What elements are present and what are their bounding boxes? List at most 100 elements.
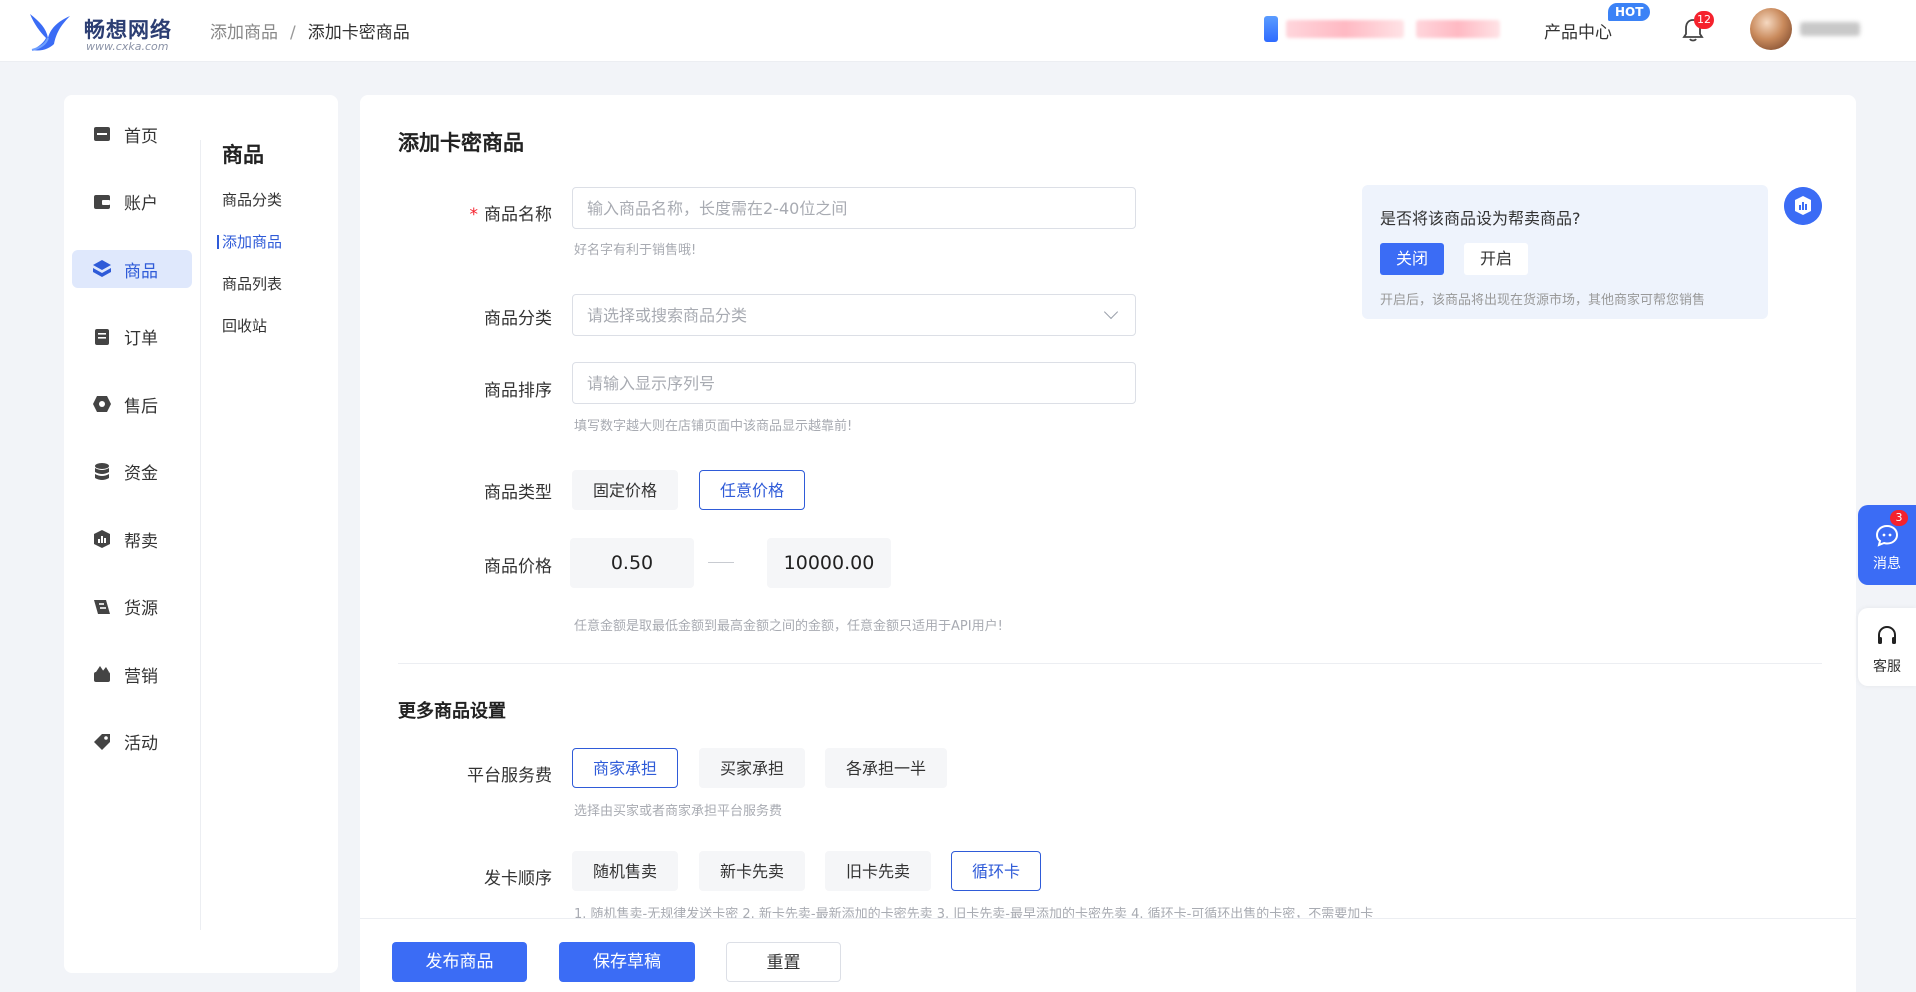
order-option-new-first[interactable]: 新卡先卖 — [699, 851, 806, 891]
sidebar-item-label: 售后 — [124, 396, 158, 417]
helpsell-icon — [94, 530, 110, 548]
order-icon — [95, 328, 109, 345]
goods-name-input[interactable] — [572, 187, 1136, 229]
type-option-any[interactable]: 任意价格 — [699, 470, 806, 510]
fee-option-merchant[interactable]: 商家承担 — [572, 748, 679, 788]
service-fee-label: 平台服务费 — [467, 766, 552, 786]
supply-icon — [94, 599, 110, 614]
breadcrumb-current: 添加卡密商品 — [307, 23, 410, 43]
headset-icon — [1878, 625, 1896, 644]
name-label: * 商品名称 — [469, 205, 553, 225]
sidebar-item-goods[interactable]: 商品 — [72, 250, 192, 288]
sort-hint: 填写数字越大则在店铺页面中该商品显示越靠前! — [574, 419, 853, 434]
blurred-text — [1416, 20, 1500, 38]
action-bar: 发布商品 保存草稿 重置 — [360, 918, 1856, 992]
subnav-item-add-goods[interactable]: 添加商品 — [217, 233, 332, 275]
type-option-fixed[interactable]: 固定价格 — [572, 470, 679, 510]
hot-badge: HOT — [1608, 3, 1651, 21]
product-center-link[interactable]: 产品中心 — [1544, 18, 1612, 43]
card-order-label: 发卡顺序 — [484, 869, 552, 889]
max-price-input[interactable]: 10000.00 — [767, 538, 891, 588]
sidebar-item-label: 帮卖 — [124, 531, 158, 552]
help-sell-on-button[interactable]: 开启 — [1464, 243, 1529, 275]
sidebar-item-label: 账户 — [124, 194, 158, 214]
help-sell-off-button[interactable]: 关闭 — [1380, 243, 1445, 275]
sidebar-item-funds[interactable]: 资金 — [72, 453, 192, 491]
sidebar-item-label: 营销 — [124, 666, 158, 687]
category-select[interactable] — [572, 294, 1136, 336]
customer-service-float-button[interactable]: 客服 — [1858, 608, 1916, 686]
order-option-random[interactable]: 随机售卖 — [572, 851, 679, 891]
aftersale-icon — [93, 396, 111, 412]
save-draft-button[interactable]: 保存草稿 — [559, 942, 695, 982]
reset-button[interactable]: 重置 — [726, 942, 841, 982]
fee-option-half[interactable]: 各承担一半 — [825, 748, 948, 788]
subnav-item-category[interactable]: 商品分类 — [222, 191, 332, 233]
more-settings-title: 更多商品设置 — [398, 701, 506, 722]
message-float-button[interactable]: 3 消息 — [1858, 505, 1916, 585]
sidebar-item-helpsell[interactable]: 帮卖 — [72, 520, 192, 558]
publish-button[interactable]: 发布商品 — [392, 942, 527, 982]
sidebar: 首页 账户 商品 订单 售后 资金 帮卖 货源 营销 活动 商品 商品分类 添加… — [64, 95, 338, 973]
breadcrumb: 添加商品 / 添加卡密商品 — [210, 18, 410, 43]
sidebar-item-home[interactable]: 首页 — [72, 115, 192, 153]
top-header: 畅想网络 www.cxka.com 添加商品 / 添加卡密商品 产品中心 HOT 1… — [0, 0, 1916, 62]
price-label: 商品价格 — [484, 557, 552, 577]
fee-option-buyer[interactable]: 买家承担 — [699, 748, 806, 788]
sidebar-item-aftersale[interactable]: 售后 — [72, 385, 192, 423]
sidebar-item-account[interactable]: 账户 — [72, 183, 192, 221]
service-fee-hint: 选择由买家或者商家承担平台服务费 — [574, 804, 783, 819]
bird-logo-icon — [30, 14, 70, 51]
primary-nav: 首页 账户 商品 订单 售后 资金 帮卖 货源 营销 活动 — [72, 115, 192, 790]
sidebar-divider — [200, 140, 201, 930]
brand-domain: www.cxka.com — [86, 40, 169, 53]
subnav-item-recycle-bin[interactable]: 回收站 — [222, 317, 332, 359]
name-hint: 好名字有利于销售哦! — [574, 243, 697, 258]
phone-icon[interactable] — [1264, 16, 1278, 42]
wallet-icon — [94, 194, 110, 209]
marketing-icon — [94, 666, 110, 682]
sidebar-item-label: 资金 — [124, 464, 158, 484]
activity-icon — [94, 733, 110, 750]
sidebar-item-activity[interactable]: 活动 — [72, 723, 192, 761]
chat-icon — [1875, 524, 1899, 547]
sort-label: 商品排序 — [484, 381, 552, 401]
subnav-item-goods-list[interactable]: 商品列表 — [222, 275, 332, 317]
brand-logo[interactable]: 畅想网络 www.cxka.com — [26, 8, 196, 54]
sidebar-item-label: 货源 — [124, 599, 158, 619]
blurred-text — [1286, 20, 1404, 38]
category-label: 商品分类 — [484, 309, 552, 329]
sort-input[interactable] — [572, 362, 1136, 404]
message-count-badge: 3 — [1890, 510, 1908, 526]
message-label: 消息 — [1873, 556, 1901, 572]
blurred-username[interactable] — [1800, 22, 1860, 36]
page-title: 添加卡密商品 — [398, 131, 524, 155]
order-option-cycle[interactable]: 循环卡 — [951, 851, 1042, 891]
store-icon — [94, 127, 110, 141]
min-price-input[interactable]: 0.50 — [570, 538, 694, 588]
order-option-old-first[interactable]: 旧卡先卖 — [825, 851, 932, 891]
required-mark: * — [469, 205, 479, 225]
notification-badge: 12 — [1694, 11, 1714, 29]
type-label: 商品类型 — [484, 483, 552, 503]
main-content: 添加卡密商品 *商品名称 好名字有利于销售哦! 商品分类 商品排序 填写数字越大… — [360, 95, 1856, 992]
price-range-dash — [708, 562, 734, 563]
sidebar-item-label: 首页 — [124, 126, 158, 147]
sidebar-item-label: 商品 — [124, 261, 158, 282]
sidebar-item-marketing[interactable]: 营销 — [72, 655, 192, 693]
avatar[interactable] — [1750, 8, 1792, 50]
chart-badge-icon[interactable] — [1784, 187, 1822, 225]
help-sell-note: 开启后，该商品将出现在货源市场，其他商家可帮您销售 — [1380, 293, 1706, 308]
sidebar-item-orders[interactable]: 订单 — [72, 318, 192, 356]
help-sell-panel: 是否将该商品设为帮卖商品? 关闭 开启 开启后，该商品将出现在货源市场，其他商家… — [1362, 185, 1768, 319]
customer-service-label: 客服 — [1873, 659, 1901, 675]
breadcrumb-separator: / — [290, 23, 296, 43]
section-divider — [398, 663, 1822, 664]
secondary-nav: 商品 商品分类 添加商品 商品列表 回收站 — [217, 139, 332, 359]
price-hint: 任意金额是取最低金额到最高金额之间的金额，任意金额只适用于API用户! — [574, 619, 1003, 634]
cube-icon — [93, 260, 111, 277]
sidebar-item-label: 活动 — [124, 734, 158, 754]
secondary-nav-title: 商品 — [222, 143, 264, 167]
breadcrumb-parent[interactable]: 添加商品 — [210, 23, 278, 43]
sidebar-item-supply[interactable]: 货源 — [72, 588, 192, 626]
